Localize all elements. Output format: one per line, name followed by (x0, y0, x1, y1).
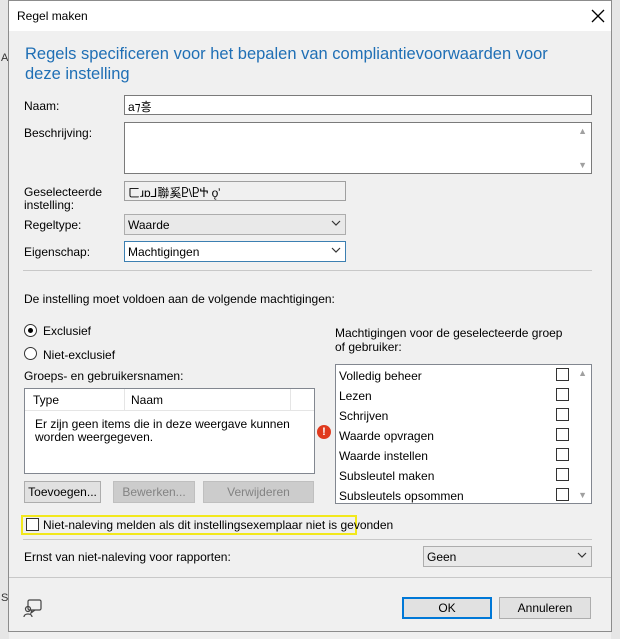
names-listview[interactable]: Type Naam Er zijn geen items die in deze… (24, 388, 315, 474)
permission-label: Schrijven (339, 409, 389, 423)
scroll-down-icon[interactable]: ▼ (578, 490, 587, 500)
property-select[interactable]: Machtigingen (124, 241, 346, 262)
selected-setting-label-2: instelling: (24, 198, 75, 212)
scroll-up-icon[interactable]: ▲ (578, 368, 587, 378)
add-button[interactable]: Toevoegen... (24, 481, 101, 503)
chevron-down-icon (331, 217, 341, 232)
help-chat-icon[interactable] (23, 598, 43, 618)
description-label: Beschrijving: (24, 126, 93, 140)
dialog-heading: Regels specificeren voor het bepalen van… (25, 45, 548, 83)
permission-row[interactable]: Waarde opvragen (339, 426, 574, 446)
permission-checkbox[interactable] (556, 368, 569, 381)
chevron-down-icon (577, 549, 587, 564)
selected-setting-field: ㄈɹɒ⅃聯奚Ⴒ\ႲႵ ǫ̛ (124, 181, 346, 201)
title-bar: Regel maken (9, 1, 611, 31)
list-header: Type Naam (25, 389, 314, 411)
not-found-checkbox[interactable] (26, 518, 39, 531)
error-icon: ! (317, 425, 331, 439)
permission-checkbox[interactable] (556, 428, 569, 441)
permission-row[interactable]: Schrijven (339, 406, 574, 426)
non-exclusive-radio[interactable] (24, 347, 37, 360)
permission-checkbox[interactable] (556, 468, 569, 481)
permission-row[interactable]: Subsleutels opsommen (339, 486, 574, 506)
rule-type-value: Waarde (128, 218, 170, 232)
empty-list-message: Er zijn geen items die in deze weergave … (35, 417, 290, 444)
column-divider[interactable] (290, 389, 291, 411)
permission-checkbox[interactable] (556, 388, 569, 401)
column-divider[interactable] (124, 389, 125, 411)
property-label: Eigenschap: (24, 245, 91, 259)
name-label: Naam: (24, 99, 60, 113)
background-window-right (611, 0, 620, 639)
ok-button[interactable]: OK (402, 597, 492, 619)
severity-select[interactable]: Geen (423, 546, 592, 567)
selected-setting-label-1: Geselecteerde (24, 185, 103, 199)
selected-setting-value: ㄈɹɒ⅃聯奚Ⴒ\ႲႵ ǫ̛ (128, 186, 219, 200)
scroll-down-icon[interactable]: ▼ (578, 160, 587, 170)
description-input[interactable]: ▲ ▼ (124, 122, 592, 174)
permission-checkbox[interactable] (556, 408, 569, 421)
scroll-up-icon[interactable]: ▲ (578, 126, 587, 136)
rule-type-label: Regeltype: (24, 218, 82, 232)
footer-separator (9, 577, 611, 578)
names-label: Groeps- en gebruikersnamen: (24, 369, 184, 383)
permission-label: Volledig beheer (339, 369, 422, 383)
exclusive-label: Exclusief (43, 324, 92, 338)
permissions-intro: De instelling moet voldoen aan de volgen… (24, 292, 335, 306)
permission-label: Waarde instellen (339, 449, 428, 463)
exclusive-radio[interactable] (24, 324, 37, 337)
remove-button[interactable]: Verwijderen (203, 481, 314, 503)
separator (23, 270, 592, 271)
permission-checkbox[interactable] (556, 448, 569, 461)
name-input[interactable]: a⁊흥 (124, 95, 592, 115)
permission-label: Waarde opvragen (339, 429, 434, 443)
non-exclusive-label: Niet-exclusief (43, 348, 116, 362)
edit-button[interactable]: Bewerken... (113, 481, 195, 503)
permission-checkbox[interactable] (556, 488, 569, 501)
column-name[interactable]: Naam (131, 393, 163, 407)
radio-selected-dot (28, 328, 33, 333)
chevron-down-icon (331, 244, 341, 259)
create-rule-dialog: Regel maken Regels specificeren voor het… (8, 0, 612, 632)
rule-type-select[interactable]: Waarde (124, 214, 346, 235)
severity-label: Ernst van niet-naleving voor rapporten: (24, 550, 231, 564)
name-value: a⁊흥 (128, 100, 152, 114)
permission-row[interactable]: Subsleutel maken (339, 466, 574, 486)
property-value: Machtigingen (128, 245, 200, 259)
permission-row[interactable]: Lezen (339, 386, 574, 406)
permission-label: Subsleutels opsommen (339, 489, 464, 503)
not-found-label: Niet-naleving melden als dit instellings… (43, 518, 394, 532)
cancel-button[interactable]: Annuleren (499, 597, 591, 619)
permission-row[interactable]: Waarde instellen (339, 446, 574, 466)
column-type[interactable]: Type (33, 393, 59, 407)
permissions-checklist[interactable]: ▲ ▼ Volledig beheer Lezen Schrijven Waarde … (335, 364, 592, 504)
separator (23, 539, 592, 540)
permission-row[interactable]: Volledig beheer (339, 366, 574, 386)
close-icon[interactable] (587, 5, 609, 27)
group-permissions-label: Machtigingen voor de geselecteerde groep… (335, 326, 563, 354)
severity-value: Geen (427, 550, 457, 564)
dialog-title: Regel maken (17, 9, 88, 23)
permission-label: Lezen (339, 389, 372, 403)
permission-label: Subsleutel maken (339, 469, 435, 483)
